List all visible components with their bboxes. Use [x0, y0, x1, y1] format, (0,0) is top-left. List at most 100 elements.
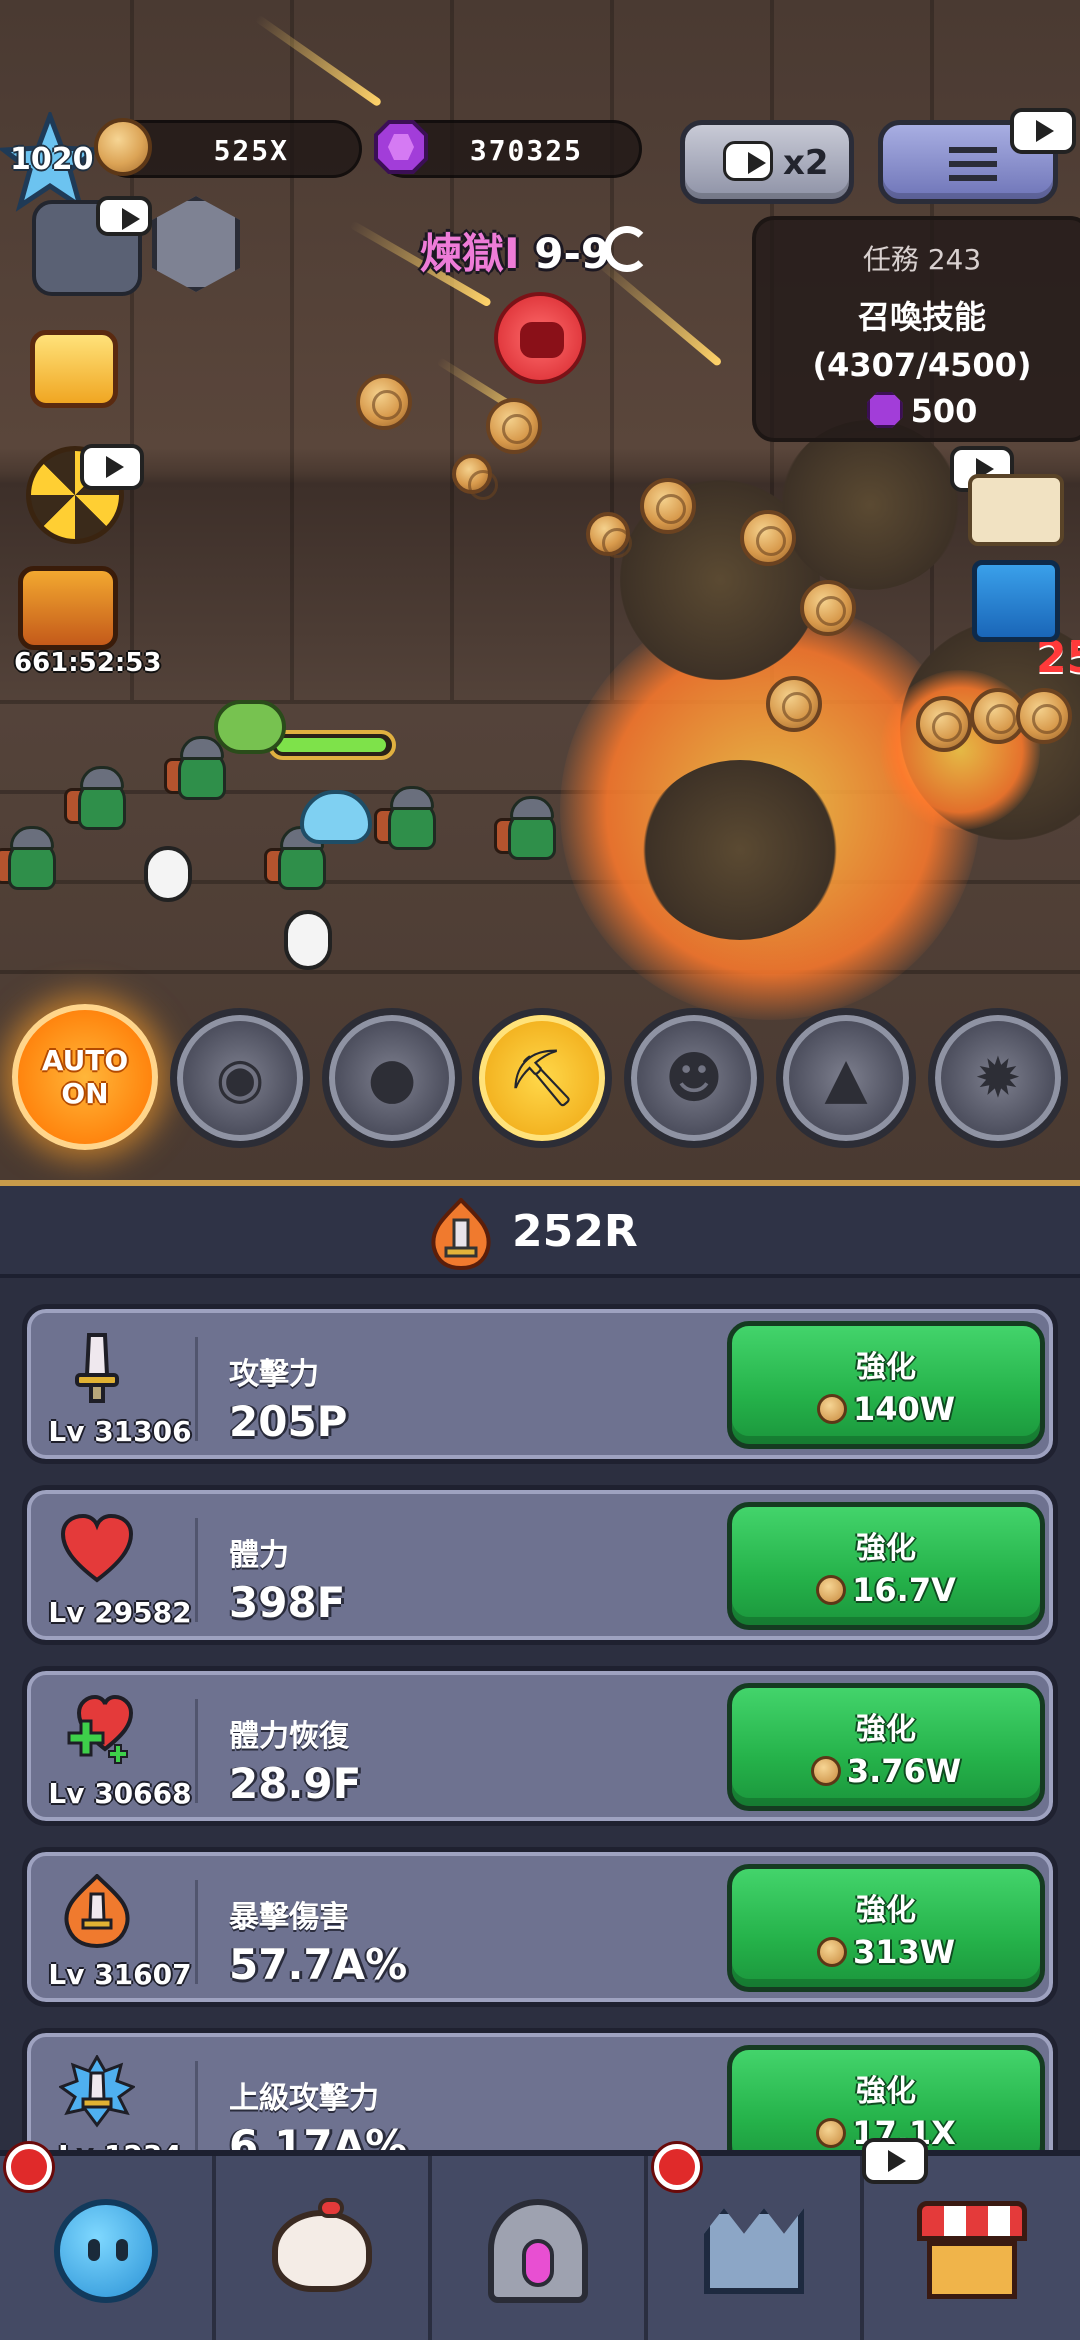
- pickaxe-skill-icon: ⛏: [506, 1046, 578, 1111]
- skill-slot-5[interactable]: ▲: [776, 1008, 916, 1148]
- upgrade-button-label: 強化: [856, 1531, 916, 1566]
- skill-slot-1[interactable]: ◉: [170, 1008, 310, 1148]
- scroll-quill-icon[interactable]: [968, 474, 1064, 546]
- divider: [195, 1880, 198, 1984]
- upgrade-cost-value: 3.76W: [846, 1752, 962, 1790]
- wall-plank: [450, 0, 454, 700]
- skill-slot-3[interactable]: ⛏: [472, 1008, 612, 1148]
- speed-label: x2: [783, 143, 829, 183]
- divider: [195, 1699, 198, 1803]
- coin: [356, 374, 412, 430]
- upgrade-button-label: 強化: [856, 1712, 916, 1747]
- upgrade-name: 上級攻擊力: [229, 2081, 379, 2116]
- coin-icon: [810, 1756, 841, 1786]
- upgrade-cost: 16.7V: [732, 1571, 1040, 1609]
- divider: [195, 1518, 198, 1622]
- video-ad-icon[interactable]: [1010, 108, 1076, 154]
- divider: [195, 1337, 198, 1441]
- upgrade-level: Lv 29582: [48, 1596, 192, 1629]
- wizard-chest-icon[interactable]: [18, 566, 118, 650]
- upgrade-cost-value: 313W: [852, 1933, 956, 1971]
- hero-soldier: [64, 760, 134, 838]
- upgrade-button-health-regen[interactable]: 強化 3.76W: [727, 1683, 1045, 1811]
- treasure-chest-icon[interactable]: [30, 330, 118, 408]
- gem-icon: [372, 118, 430, 176]
- wall-plank: [290, 0, 294, 700]
- quest-reward: 500: [756, 392, 1080, 430]
- chicken-icon: [272, 2198, 372, 2292]
- coin: [640, 478, 696, 534]
- stage-number: 9-9: [534, 229, 611, 278]
- boss-marker-icon: [494, 292, 586, 384]
- book-icon[interactable]: [972, 560, 1060, 642]
- sword-flame-emblem-icon: [431, 1198, 491, 1270]
- frog-skill-icon: ☻: [664, 1045, 724, 1111]
- gem-value: 370325: [469, 134, 583, 167]
- upgrade-name: 暴擊傷害: [229, 1900, 349, 1935]
- player-level-badge[interactable]: 1020: [0, 108, 103, 212]
- slime-skill-icon: ●: [367, 1045, 417, 1111]
- crown-badge-icon[interactable]: [152, 196, 240, 292]
- portal-gate-icon: [488, 2199, 588, 2303]
- heart-icon: [60, 1513, 134, 1583]
- coin-icon: [816, 1937, 847, 1967]
- castle-icon: [704, 2208, 804, 2294]
- upgrade-value: 398F: [229, 1578, 346, 1627]
- upgrade-button-health[interactable]: 強化 16.7V: [727, 1502, 1045, 1630]
- upgrade-button-crit-damage[interactable]: 強化 313W: [727, 1864, 1045, 1992]
- upgrade-row-health: Lv 29582 體力 398F 強化 16.7V: [22, 1485, 1058, 1645]
- health-bar: [268, 730, 396, 760]
- blue-slime-icon: [54, 2199, 158, 2303]
- cat-pet: [284, 910, 332, 970]
- upgrade-row-crit-damage: Lv 31607 暴擊傷害 57.7A% 強化 313W: [22, 1847, 1058, 2007]
- video-ad-icon: [862, 2138, 928, 2184]
- coin-icon: [94, 118, 152, 176]
- coin: [740, 510, 796, 566]
- player-level: 1020: [10, 142, 94, 177]
- hero-soldier: [0, 820, 64, 898]
- auto-label: AUTO: [41, 1044, 129, 1077]
- hero-soldier: [374, 780, 444, 858]
- nav-tab-pet[interactable]: [216, 2156, 432, 2340]
- upgrade-button-label: 強化: [856, 1350, 916, 1385]
- coin: [452, 454, 498, 500]
- auto-skill-toggle[interactable]: AUTO ON: [12, 1004, 158, 1150]
- upgrade-level: Lv 30668: [48, 1777, 192, 1810]
- coin-streak: [254, 14, 383, 108]
- nav-tab-dungeon[interactable]: [432, 2156, 648, 2340]
- video-ad-icon: [96, 196, 152, 236]
- upgrade-button-attack[interactable]: 強化 140W: [727, 1321, 1045, 1449]
- quest-panel[interactable]: 任務 243 召喚技能 (4307/4500) 500: [752, 216, 1080, 442]
- sword-icon: [75, 1333, 119, 1403]
- event-timer: 661:52:53: [14, 648, 162, 678]
- heart-plus-icon: [67, 1694, 134, 1764]
- upgrade-cost: 3.76W: [732, 1752, 1040, 1790]
- refresh-stage-icon[interactable]: [604, 226, 650, 272]
- list-menu-icon: [949, 147, 997, 181]
- whirlwind-skill-icon: ◉: [215, 1045, 265, 1111]
- frog-pet: [214, 700, 286, 754]
- upgrade-cost-value: 16.7V: [852, 1571, 956, 1609]
- skill-slot-2[interactable]: ●: [322, 1008, 462, 1148]
- speed-boost-button[interactable]: x2: [680, 120, 854, 204]
- upgrade-cost-value: 140W: [852, 1390, 956, 1428]
- coin-value: 525X: [213, 134, 289, 167]
- coin: [486, 398, 542, 454]
- upgrade-value: 205P: [229, 1397, 348, 1446]
- wall-plank: [130, 0, 134, 700]
- coin-icon: [816, 1575, 847, 1605]
- upgrade-level: Lv 31306: [48, 1415, 192, 1448]
- bottom-nav: [0, 2138, 1080, 2340]
- quest-reward-amount: 500: [910, 392, 978, 430]
- upgrade-row-health-regen: Lv 30668 體力恢復 28.9F 強化 3.76W: [22, 1666, 1058, 1826]
- upgrade-value: 28.9F: [229, 1759, 362, 1808]
- health-bar-fill: [276, 738, 386, 752]
- video-ad-icon: [80, 444, 144, 490]
- upgrade-button-label: 強化: [856, 2074, 916, 2109]
- skill-slot-4[interactable]: ☻: [624, 1008, 764, 1148]
- gem-icon: [866, 392, 903, 428]
- coin-icon: [816, 2118, 847, 2148]
- meteor-skill-icon: ✹: [974, 1045, 1022, 1111]
- skill-slot-6[interactable]: ✹: [928, 1008, 1068, 1148]
- shop-icon: [917, 2201, 1027, 2301]
